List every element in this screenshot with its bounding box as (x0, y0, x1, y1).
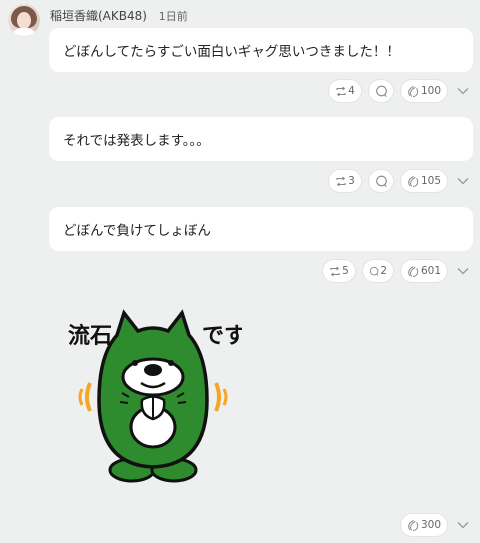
retweet-icon (336, 176, 346, 186)
retweet-icon (330, 266, 340, 276)
chevron-down-icon (457, 178, 469, 185)
message-menu-button[interactable] (454, 259, 472, 283)
sticker-actions: 300 (400, 512, 472, 538)
clap-button[interactable]: 105 (400, 169, 448, 193)
retweet-button[interactable]: 3 (328, 169, 362, 193)
avatar[interactable] (8, 4, 40, 36)
chevron-down-icon (457, 522, 469, 529)
post-time: 1日前 (158, 10, 188, 23)
message-menu-button[interactable] (454, 169, 472, 193)
message-bubble: それでは発表します。。。 (49, 117, 473, 161)
message-menu-button[interactable] (454, 79, 472, 103)
message-bubble: どぼんで負けてしょぼん (49, 207, 473, 251)
reply-bubble-icon (375, 175, 387, 187)
retweet-count: 3 (348, 175, 355, 187)
clap-icon (408, 175, 419, 187)
reply-bubble-icon (375, 85, 387, 97)
reply-button[interactable] (368, 79, 394, 103)
sticker-caption-right: です (202, 324, 242, 349)
clap-count: 601 (420, 265, 441, 277)
clap-button[interactable]: 100 (400, 79, 448, 103)
clap-button[interactable]: 300 (400, 513, 448, 537)
message-bubble: どぼんしてたらすごい面白いギャグ思いつきました！！ (49, 28, 473, 72)
retweet-button[interactable]: 4 (328, 79, 362, 103)
message-text: どぼんで負けてしょぼん (63, 223, 211, 239)
clap-count: 300 (420, 519, 441, 531)
chevron-down-icon (457, 88, 469, 95)
clap-count: 105 (420, 175, 441, 187)
sticker-image: 流石 です (68, 309, 242, 483)
message-menu-button[interactable] (454, 513, 472, 537)
sticker-caption-left: 流石 (68, 323, 112, 349)
clap-icon (408, 265, 419, 277)
reply-button[interactable]: 2 (362, 259, 394, 283)
message-actions: 3 105 (328, 168, 472, 194)
retweet-button[interactable]: 5 (322, 259, 356, 283)
message-text: それでは発表します。。。 (63, 133, 210, 149)
clap-icon (408, 519, 419, 531)
reply-button[interactable] (368, 169, 394, 193)
retweet-icon (336, 86, 346, 96)
reply-bubble-icon (369, 266, 379, 276)
message-actions: 5 2 601 (322, 258, 472, 284)
clap-count: 100 (420, 85, 441, 97)
message-actions: 4 100 (328, 78, 472, 104)
clap-button[interactable]: 601 (400, 259, 448, 283)
chevron-down-icon (457, 268, 469, 275)
retweet-count: 4 (348, 85, 355, 97)
retweet-count: 5 (342, 265, 349, 277)
message-text: どぼんしてたらすごい面白いギャグ思いつきました！！ (63, 44, 400, 60)
reply-count: 2 (380, 265, 387, 277)
clap-icon (408, 85, 419, 97)
author-name[interactable]: 稲垣香織(AKB48) (50, 9, 147, 23)
